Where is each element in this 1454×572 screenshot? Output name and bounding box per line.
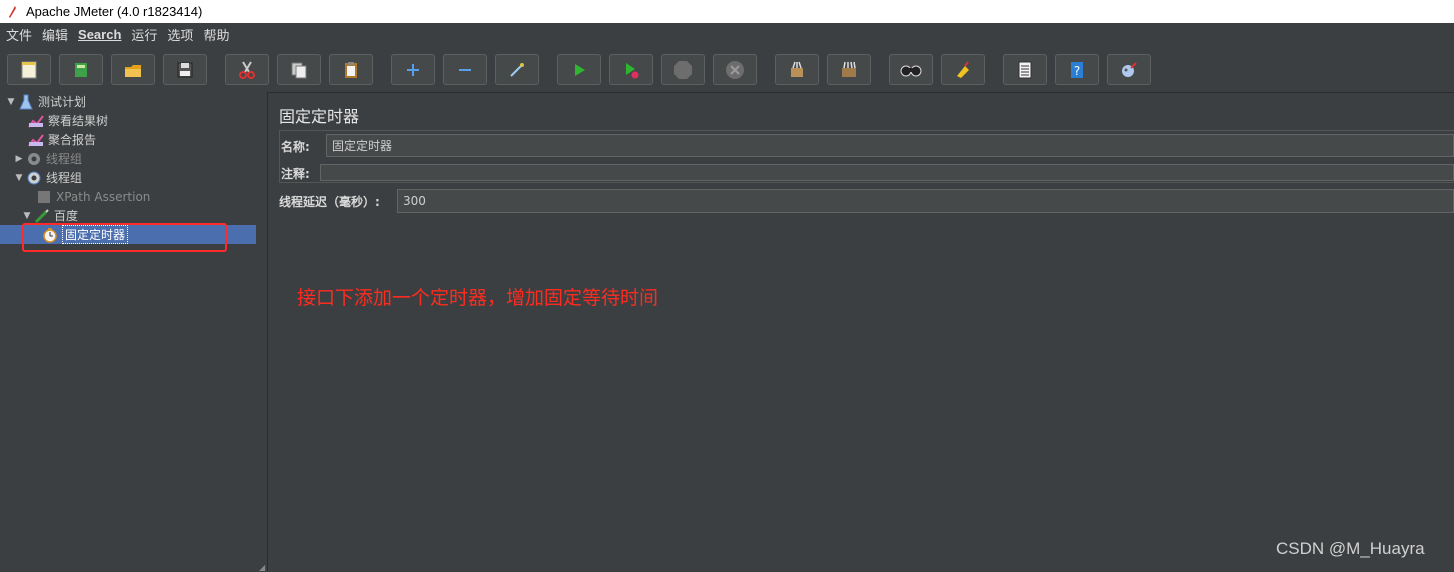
red-highlight-box [22,223,227,252]
thread-delay-label: 线程延迟（毫秒）: [279,195,380,209]
new-button[interactable] [7,54,51,85]
menu-file[interactable]: 文件 [2,25,36,44]
name-comment-group: 名称: 固定定时器 注释: [279,130,1454,183]
tree-item-thread-group-disabled[interactable]: ▶ 线程组 [13,149,82,168]
cut-button[interactable] [225,54,269,85]
save-button[interactable] [163,54,207,85]
assertion-icon [35,189,53,205]
copy-button[interactable] [277,54,321,85]
open-button[interactable] [111,54,155,85]
collapse-icon [459,68,471,71]
clear-button[interactable] [775,54,819,85]
annotation-text: 接口下添加一个定时器，增加固定等待时间 [297,287,659,309]
tree-item-thread-group[interactable]: ▼ 线程组 [13,168,82,187]
toggle-icon [510,62,524,77]
tree-item-label: 百度 [54,209,79,223]
tree-item-test-plan[interactable]: ▼ 测试计划 [5,92,86,111]
watermark: CSDN @M_Huayra [1276,539,1425,558]
collapse-arrow-icon[interactable]: ▼ [21,211,33,221]
window-title: Apache JMeter (4.0 r1823414) [26,4,203,19]
menu-search[interactable]: Search [74,27,125,42]
help-icon: ? [1071,61,1083,78]
reset-search-button[interactable] [941,54,985,85]
copy-icon [291,62,307,78]
open-icon [125,64,141,77]
jmeter-feather-icon [4,4,20,20]
panel-title: 固定定时器 [279,107,360,126]
cut-icon [239,60,255,79]
menu-edit[interactable]: 编辑 [38,25,72,44]
shutdown-icon [726,60,744,79]
test-plan-tree: ▼ 测试计划 察看结果树 聚合报告 ▶ 线程组 ▼ 线程组 XPath Asse… [0,92,259,571]
tree-item-view-results-tree[interactable]: 察看结果树 [27,111,108,130]
name-field[interactable]: 固定定时器 [326,134,1454,157]
tree-item-aggregate-report[interactable]: 聚合报告 [27,130,96,149]
flask-icon [17,94,35,110]
templates-button[interactable] [59,54,103,85]
start-icon [575,63,585,76]
comment-field[interactable] [320,164,1454,181]
menu-help[interactable]: 帮助 [199,25,233,44]
reset-search-icon [957,60,969,78]
start-button[interactable] [557,54,601,85]
remote-button[interactable] [1107,54,1151,85]
tree-item-label: 察看结果树 [48,114,109,128]
toggle-button[interactable] [495,54,539,85]
window-title-bar: Apache JMeter (4.0 r1823414) [0,0,1454,23]
expand-all-button[interactable] [391,54,435,85]
name-label: 名称: [281,140,310,154]
thread-delay-field[interactable]: 300 [397,189,1454,213]
clear-all-button[interactable] [827,54,871,85]
stop-button[interactable] [661,54,705,85]
stop-icon [674,60,692,79]
new-icon [21,61,37,78]
paste-icon [345,61,357,78]
gear-icon [25,151,43,167]
start-no-pauses-icon [626,62,639,78]
gear-icon [25,170,43,186]
expand-arrow-icon[interactable]: ▶ [13,154,25,164]
function-helper-button[interactable] [1003,54,1047,85]
help-button[interactable]: ? [1055,54,1099,85]
remote-icon [1122,61,1137,77]
shutdown-button[interactable] [713,54,757,85]
templates-icon [75,62,87,77]
clear-icon [791,61,803,77]
menu-options[interactable]: 选项 [163,25,197,44]
collapse-arrow-icon[interactable]: ▼ [5,97,17,107]
start-no-pauses-button[interactable] [609,54,653,85]
search-icon [900,65,922,76]
tree-item-label: 测试计划 [38,95,87,109]
tree-item-xpath-assertion[interactable]: XPath Assertion [35,187,150,206]
tree-item-label: 线程组 [46,171,83,185]
collapse-arrow-icon[interactable]: ▼ [13,173,25,183]
clear-all-icon [842,61,856,77]
tree-item-label: XPath Assertion [56,189,151,204]
expand-icon [407,63,419,76]
menu-bar: 文件 编辑 Search 运行 选项 帮助 [0,23,1454,45]
toolbar: ? [0,46,1454,93]
pipette-icon [33,208,51,224]
split-pane-divider[interactable] [258,92,268,571]
paste-button[interactable] [329,54,373,85]
function-helper-icon [1018,61,1032,78]
tree-item-label: 聚合报告 [48,133,97,147]
collapse-all-button[interactable] [443,54,487,85]
comment-label: 注释: [281,167,310,181]
search-button[interactable] [889,54,933,85]
graph-icon [27,132,45,148]
menu-run[interactable]: 运行 [127,25,161,44]
save-icon [177,62,193,77]
svg-text:?: ? [1074,64,1080,78]
graph-icon [27,113,45,129]
tree-item-label: 线程组 [46,152,83,166]
